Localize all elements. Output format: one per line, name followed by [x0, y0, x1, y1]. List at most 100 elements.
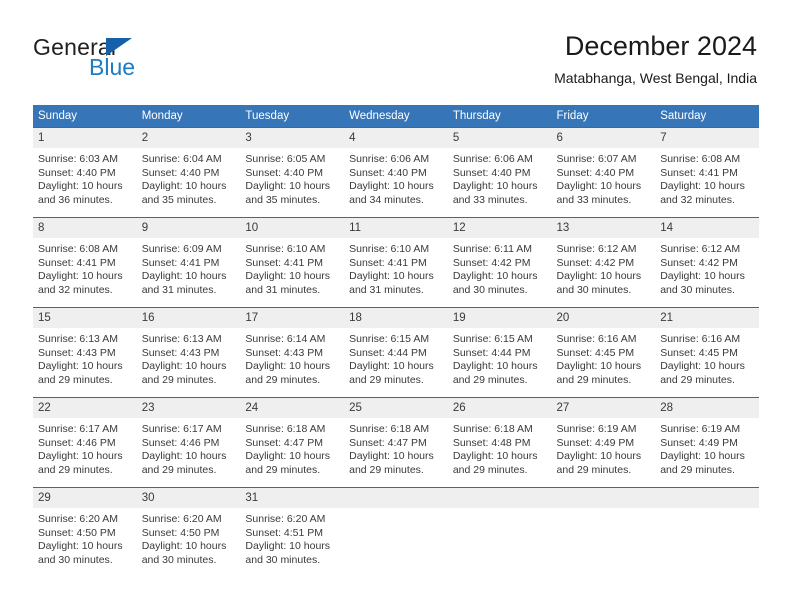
day-info: Sunrise: 6:04 AM Sunset: 4:40 PM Daylight:…	[137, 148, 241, 207]
day-cell[interactable]: 1 Sunrise: 6:03 AM Sunset: 4:40 PM Daylight…	[33, 127, 137, 206]
sunrise-text: Sunrise: 6:12 AM	[556, 243, 637, 255]
daylight-text-line1: Daylight: 10 hours	[245, 540, 331, 553]
daylight-text-line1: Daylight: 10 hours	[349, 270, 434, 283]
day-info: Sunrise: 6:10 AM Sunset: 4:41 PM Daylight:…	[344, 238, 448, 297]
day-cell[interactable]: 24 Sunrise: 6:18 AM Sunset: 4:47 PM Dayligh…	[240, 397, 345, 476]
title-block: December 2024 Matabhanga, West Bengal, I…	[554, 30, 757, 88]
day-cell[interactable]: 8 Sunrise: 6:08 AM Sunset: 4:41 PM Daylight…	[33, 217, 137, 296]
sunset-text: Sunset: 4:46 PM	[141, 436, 220, 449]
day-cell-empty	[344, 487, 448, 566]
day-info: Sunrise: 6:13 AM Sunset: 4:43 PM Daylight:…	[137, 328, 241, 387]
daylight-text-line1: Daylight: 10 hours	[556, 180, 642, 193]
sunset-text: Sunset: 4:41 PM	[38, 256, 116, 269]
daylight-text-line1: Daylight: 10 hours	[452, 360, 538, 373]
day-cell[interactable]: 2 Sunrise: 6:04 AM Sunset: 4:40 PM Daylight…	[136, 127, 241, 207]
sunset-text: Sunset: 4:42 PM	[452, 256, 531, 269]
sunrise-text: Sunrise: 6:13 AM	[141, 333, 222, 345]
general-blue-logo[interactable]: General Blue	[33, 34, 203, 82]
day-number: 14	[655, 218, 759, 238]
day-cell[interactable]: 5 Sunrise: 6:06 AM Sunset: 4:40 PM Daylight…	[447, 127, 552, 206]
daylight-text-line1: Daylight: 10 hours	[349, 450, 434, 463]
daylight-text-line1: Daylight: 10 hours	[38, 360, 123, 373]
day-info: Sunrise: 6:20 AM Sunset: 4:50 PM Daylight:…	[137, 508, 241, 567]
daylight-text-line1: Daylight: 10 hours	[245, 270, 331, 283]
day-number: 20	[551, 308, 656, 328]
sunrise-text: Sunrise: 6:20 AM	[38, 513, 118, 525]
day-cell[interactable]: 31 Sunrise: 6:20 AM Sunset: 4:51 PM Dayligh…	[240, 487, 345, 566]
day-cell[interactable]: 9 Sunrise: 6:09 AM Sunset: 4:41 PM Daylight…	[136, 217, 241, 296]
day-cell[interactable]: 27 Sunrise: 6:19 AM Sunset: 4:49 PM Dayligh…	[551, 397, 656, 476]
sunset-text: Sunset: 4:50 PM	[38, 526, 116, 539]
day-cell[interactable]: 22 Sunrise: 6:17 AM Sunset: 4:46 PM Dayligh…	[33, 397, 137, 476]
day-number: 21	[655, 308, 759, 328]
day-cell[interactable]: 6 Sunrise: 6:07 AM Sunset: 4:40 PM Daylight…	[551, 127, 656, 206]
daylight-text-line1: Daylight: 10 hours	[141, 180, 227, 193]
weekday-header-saturday: Saturday	[655, 105, 759, 127]
sunset-text: Sunset: 4:41 PM	[349, 256, 427, 269]
sunset-text: Sunset: 4:40 PM	[349, 166, 427, 179]
day-cell[interactable]: 18 Sunrise: 6:15 AM Sunset: 4:44 PM Dayligh…	[344, 307, 448, 386]
day-number: 7	[655, 128, 759, 148]
day-cell[interactable]: 21 Sunrise: 6:16 AM Sunset: 4:45 PM Dayligh…	[655, 307, 759, 386]
daylight-text-line1: Daylight: 10 hours	[452, 180, 538, 193]
sunrise-text: Sunrise: 6:06 AM	[452, 153, 533, 165]
sunrise-text: Sunrise: 6:18 AM	[245, 423, 326, 435]
calendar-week-row: 8 Sunrise: 6:08 AM Sunset: 4:41 PM Daylight…	[33, 217, 759, 296]
daylight-text-line2: and 30 minutes.	[38, 553, 113, 566]
daylight-text-line1: Daylight: 10 hours	[556, 360, 642, 373]
day-cell[interactable]: 16 Sunrise: 6:13 AM Sunset: 4:43 PM Dayligh…	[136, 307, 241, 387]
day-number: 6	[551, 128, 656, 148]
day-cell[interactable]: 20 Sunrise: 6:16 AM Sunset: 4:45 PM Dayligh…	[551, 307, 656, 386]
sunrise-text: Sunrise: 6:13 AM	[38, 333, 118, 345]
day-info: Sunrise: 6:08 AM Sunset: 4:41 PM Daylight:…	[33, 238, 137, 297]
day-cell[interactable]: 12 Sunrise: 6:11 AM Sunset: 4:42 PM Dayligh…	[447, 217, 552, 296]
day-cell[interactable]: 15 Sunrise: 6:13 AM Sunset: 4:43 PM Dayligh…	[33, 307, 137, 386]
sunset-text: Sunset: 4:48 PM	[452, 436, 531, 449]
sunrise-text: Sunrise: 6:12 AM	[660, 243, 741, 255]
day-number	[551, 488, 656, 508]
day-cell[interactable]: 26 Sunrise: 6:18 AM Sunset: 4:48 PM Dayligh…	[447, 397, 552, 476]
sunrise-text: Sunrise: 6:15 AM	[452, 333, 533, 345]
day-info: Sunrise: 6:16 AM Sunset: 4:45 PM Daylight:…	[655, 328, 759, 387]
day-cell[interactable]: 7 Sunrise: 6:08 AM Sunset: 4:41 PM Daylight…	[655, 127, 759, 206]
week-separator	[33, 206, 759, 217]
day-cell[interactable]: 10 Sunrise: 6:10 AM Sunset: 4:41 PM Dayligh…	[240, 217, 345, 296]
day-cell[interactable]: 13 Sunrise: 6:12 AM Sunset: 4:42 PM Dayligh…	[551, 217, 656, 296]
weekday-header-monday: Monday	[136, 105, 241, 127]
day-cell[interactable]: 4 Sunrise: 6:06 AM Sunset: 4:40 PM Daylight…	[344, 127, 448, 206]
day-cell[interactable]: 3 Sunrise: 6:05 AM Sunset: 4:40 PM Daylight…	[240, 127, 345, 206]
calendar-week-row: 29 Sunrise: 6:20 AM Sunset: 4:50 PM Dayligh…	[33, 487, 759, 566]
day-cell[interactable]: 11 Sunrise: 6:10 AM Sunset: 4:41 PM Dayligh…	[344, 217, 448, 296]
day-number: 18	[344, 308, 448, 328]
sunset-text: Sunset: 4:50 PM	[141, 526, 220, 539]
day-cell[interactable]: 28 Sunrise: 6:19 AM Sunset: 4:49 PM Dayligh…	[655, 397, 759, 476]
day-cell[interactable]: 30 Sunrise: 6:20 AM Sunset: 4:50 PM Dayligh…	[136, 487, 241, 567]
day-cell[interactable]: 23 Sunrise: 6:17 AM Sunset: 4:46 PM Dayligh…	[136, 397, 241, 476]
day-number: 26	[447, 398, 552, 418]
sunrise-text: Sunrise: 6:03 AM	[38, 153, 118, 165]
sunset-text: Sunset: 4:47 PM	[245, 436, 324, 449]
sunrise-text: Sunrise: 6:20 AM	[245, 513, 326, 525]
sunrise-text: Sunrise: 6:07 AM	[556, 153, 637, 165]
day-number: 17	[240, 308, 345, 328]
sunrise-text: Sunrise: 6:09 AM	[141, 243, 222, 255]
day-number: 5	[447, 128, 552, 148]
daylight-text-line2: and 30 minutes.	[245, 553, 321, 566]
sunset-text: Sunset: 4:40 PM	[141, 166, 220, 179]
weekday-header-row: Sunday Monday Tuesday Wednesday Thursday…	[33, 105, 759, 127]
day-number: 24	[240, 398, 345, 418]
daylight-text-line1: Daylight: 10 hours	[660, 270, 745, 283]
sunset-text: Sunset: 4:44 PM	[349, 346, 427, 359]
day-cell[interactable]: 17 Sunrise: 6:14 AM Sunset: 4:43 PM Dayligh…	[240, 307, 345, 386]
day-cell[interactable]: 29 Sunrise: 6:20 AM Sunset: 4:50 PM Dayligh…	[33, 487, 137, 566]
week-separator-cell	[33, 476, 759, 487]
day-cell[interactable]: 25 Sunrise: 6:18 AM Sunset: 4:47 PM Dayligh…	[344, 397, 448, 476]
calendar-table: Sunday Monday Tuesday Wednesday Thursday…	[33, 105, 759, 566]
day-number: 31	[240, 488, 345, 508]
sunset-text: Sunset: 4:40 PM	[556, 166, 635, 179]
daylight-text-line1: Daylight: 10 hours	[38, 540, 123, 553]
calendar-head: Sunday Monday Tuesday Wednesday Thursday…	[33, 105, 759, 127]
day-cell[interactable]: 14 Sunrise: 6:12 AM Sunset: 4:42 PM Dayligh…	[655, 217, 759, 296]
day-cell[interactable]: 19 Sunrise: 6:15 AM Sunset: 4:44 PM Dayligh…	[447, 307, 552, 386]
daylight-text-line1: Daylight: 10 hours	[660, 450, 745, 463]
